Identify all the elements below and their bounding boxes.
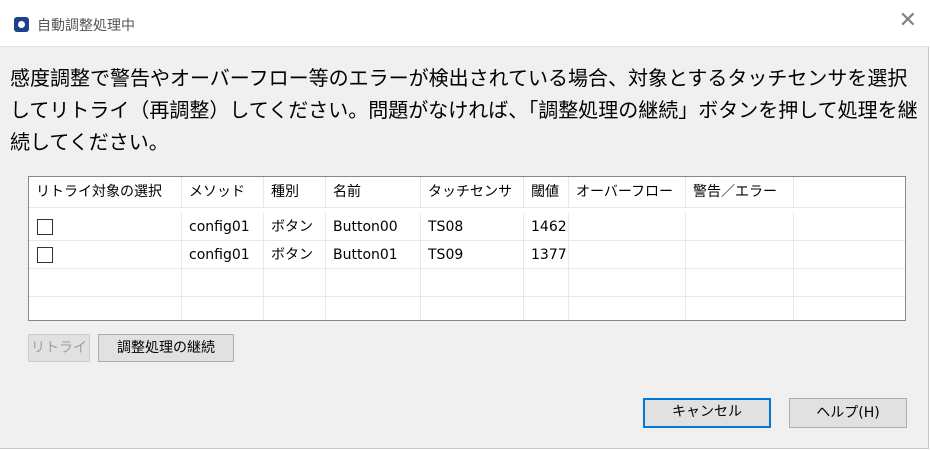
method-cell: config01: [182, 213, 264, 241]
empty-cell: [182, 297, 264, 320]
app-icon: [14, 17, 29, 32]
empty-cell: [326, 297, 421, 320]
continue-adjustment-button[interactable]: 調整処理の継続: [98, 334, 234, 362]
empty-cell: [569, 297, 686, 320]
empty-cell: [524, 269, 569, 297]
table-row[interactable]: config01 ボタン Button00 TS08 1462: [29, 213, 905, 241]
column-header-retry-select[interactable]: リトライ対象の選択: [29, 177, 182, 208]
retry-checkbox[interactable]: [37, 219, 53, 235]
threshold-cell: 1377: [524, 241, 569, 269]
method-cell: config01: [182, 241, 264, 269]
cancel-button[interactable]: キャンセル: [643, 398, 771, 428]
empty-cell: [29, 269, 182, 297]
table-row[interactable]: config01 ボタン Button01 TS09 1377: [29, 241, 905, 269]
close-icon[interactable]: ✕: [899, 10, 917, 32]
empty-cell: [569, 269, 686, 297]
column-header-touch-sensor[interactable]: タッチセンサ: [421, 177, 524, 208]
threshold-cell: 1462: [524, 213, 569, 241]
table-header-row: リトライ対象の選択 メソッド 種別 名前 タッチセンサ 閾値 オーバーフロー 警…: [29, 177, 905, 208]
empty-cell: [686, 269, 794, 297]
type-cell: ボタン: [264, 241, 326, 269]
retry-select-cell: [29, 213, 182, 241]
auto-adjust-dialog: 自動調整処理中 ✕ 感度調整で警告やオーバーフロー等のエラーが検出されている場合…: [0, 0, 929, 449]
empty-cell: [421, 269, 524, 297]
sensor-cell: TS09: [421, 241, 524, 269]
title-bar: 自動調整処理中 ✕: [0, 0, 929, 47]
empty-cell: [264, 297, 326, 320]
overflow-cell: [569, 241, 686, 269]
empty-cell: [794, 297, 905, 320]
type-cell: ボタン: [264, 213, 326, 241]
empty-cell: [29, 297, 182, 320]
retry-checkbox[interactable]: [37, 247, 53, 263]
filler-cell: [794, 213, 905, 241]
help-button[interactable]: ヘルプ(H): [789, 398, 907, 428]
name-cell: Button00: [326, 213, 421, 241]
column-header-method[interactable]: メソッド: [182, 177, 264, 208]
empty-cell: [264, 269, 326, 297]
column-header-name[interactable]: 名前: [326, 177, 421, 208]
sensor-cell: TS08: [421, 213, 524, 241]
warning-cell: [686, 213, 794, 241]
empty-cell: [326, 269, 421, 297]
empty-cell: [182, 269, 264, 297]
overflow-cell: [569, 213, 686, 241]
empty-table-row: [29, 297, 905, 320]
name-cell: Button01: [326, 241, 421, 269]
column-header-filler: [794, 177, 905, 208]
retry-select-cell: [29, 241, 182, 269]
empty-table-row: [29, 269, 905, 297]
column-header-warning-error[interactable]: 警告／エラー: [686, 177, 794, 208]
column-header-threshold[interactable]: 閾値: [524, 177, 569, 208]
empty-cell: [794, 269, 905, 297]
instruction-message: 感度調整で警告やオーバーフロー等のエラーが検出されている場合、対象とするタッチセ…: [10, 66, 918, 154]
window-title: 自動調整処理中: [37, 18, 135, 34]
retry-button[interactable]: リトライ: [28, 334, 90, 362]
filler-cell: [794, 241, 905, 269]
empty-cell: [524, 297, 569, 320]
sensor-table: リトライ対象の選択 メソッド 種別 名前 タッチセンサ 閾値 オーバーフロー 警…: [28, 176, 906, 321]
column-header-overflow[interactable]: オーバーフロー: [569, 177, 686, 208]
warning-cell: [686, 241, 794, 269]
empty-cell: [686, 297, 794, 320]
empty-cell: [421, 297, 524, 320]
column-header-type[interactable]: 種別: [264, 177, 326, 208]
